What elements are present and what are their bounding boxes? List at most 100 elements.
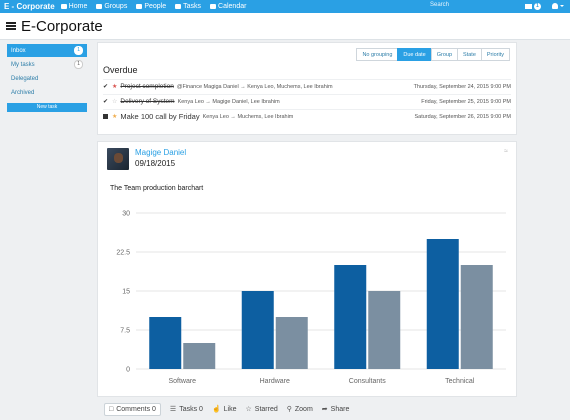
avatar[interactable]: [107, 148, 129, 170]
thumbs-up-icon: ☝: [211, 406, 221, 413]
nav-home-label: Home: [68, 3, 88, 10]
sidebar-item-inbox[interactable]: Inbox 1: [7, 44, 87, 57]
like-button[interactable]: ☝ Like: [211, 405, 237, 414]
envelope-icon: [525, 4, 532, 9]
share-icon: ➦: [321, 406, 328, 413]
task-people: @Finance Magiga Daniel → Kenya Leo, Much…: [176, 83, 333, 90]
page-header: E-Corporate: [0, 13, 570, 40]
sidebar-item-label: Inbox: [11, 47, 26, 54]
share-label: Share: [330, 405, 350, 413]
stop-square-icon[interactable]: [103, 114, 108, 119]
task-people: Kenya Leo → Muchems, Lee Ibrahim: [202, 113, 294, 120]
nav-home[interactable]: Home: [60, 3, 88, 10]
tab-group[interactable]: Group: [430, 48, 459, 61]
task-people: Kenya Leo → Magige Daniel, Lee Ibrahim: [177, 98, 280, 105]
bar-chart: 0 7.5 15 22.5 30 Software Hardware Consultants T…: [116, 211, 506, 385]
nav-people-label: People: [144, 3, 167, 10]
zoom-label: Zoom: [294, 405, 313, 413]
y-tick-label: 15: [122, 289, 130, 296]
my-tasks-count-badge: 1: [74, 60, 83, 69]
x-tick-label: Technical: [445, 378, 475, 385]
tasks-label: Tasks 0: [179, 405, 203, 413]
overdue-title: Overdue: [103, 65, 138, 75]
new-task-button[interactable]: New task: [7, 103, 87, 112]
sidebar-item-label: Delegated: [11, 75, 39, 82]
x-tick-label: Software: [168, 378, 196, 385]
post-actions: □ Comments 0 ☰ Tasks 0 ☝ Like ☆ Starred ⚲ Zoo…: [104, 400, 358, 418]
starred-button[interactable]: ☆ Starred: [245, 405, 278, 414]
post-date: 09/18/2015: [135, 159, 176, 168]
check-icon[interactable]: ✔: [103, 98, 109, 105]
comment-icon: □: [109, 405, 114, 413]
y-tick-label: 0: [126, 367, 130, 374]
menu-icon[interactable]: [6, 22, 16, 30]
tab-due-date[interactable]: Due date: [397, 48, 432, 61]
bar: [460, 265, 493, 369]
task-name[interactable]: Delivery of System: [120, 98, 174, 105]
user-menu[interactable]: [552, 3, 564, 9]
bar: [426, 239, 459, 369]
groups-icon: [96, 4, 103, 9]
people-icon: [136, 4, 143, 9]
sidebar-item-delegated[interactable]: Delegated: [7, 72, 87, 85]
task-due-date: Friday, September 25, 2015 9:00 PM: [421, 99, 511, 105]
sidebar-item-archived[interactable]: Archived: [7, 86, 87, 99]
task-due-date: Thursday, September 24, 2015 9:00 PM: [413, 84, 511, 90]
tasks-icon: [175, 4, 182, 9]
tab-state[interactable]: State: [457, 48, 482, 61]
search-icon: ⚲: [286, 406, 292, 413]
x-tick-label: Consultants: [349, 378, 386, 385]
bar: [368, 291, 401, 369]
sidebar-item-label: Archived: [11, 89, 35, 96]
check-icon[interactable]: ✔: [103, 83, 109, 90]
home-icon: [60, 4, 67, 9]
nav-tasks[interactable]: Tasks: [175, 3, 201, 10]
zoom-button[interactable]: ⚲ Zoom: [286, 405, 313, 414]
caret-down-icon: [560, 5, 564, 7]
y-tick-label: 22.5: [116, 250, 130, 257]
post-panel: Magige Daniel 09/18/2015 ≈ The Team prod…: [97, 141, 517, 397]
y-tick-label: 30: [122, 211, 130, 218]
bar: [241, 291, 274, 369]
comments-button[interactable]: □ Comments 0: [104, 402, 161, 416]
share-button[interactable]: ➦ Share: [321, 405, 350, 414]
search-input[interactable]: Search: [430, 2, 449, 8]
task-row[interactable]: ★ Make 100 call by Friday Kenya Leo → Mu…: [103, 109, 511, 123]
like-label: Like: [223, 405, 237, 413]
nav-people[interactable]: People: [136, 3, 166, 10]
mail-button[interactable]: 1: [525, 3, 541, 10]
task-row[interactable]: ✔ ★ Project completion @Finance Magiga D…: [103, 79, 511, 93]
post-author[interactable]: Magige Daniel: [135, 148, 186, 157]
star-icon[interactable]: ★: [112, 83, 117, 90]
star-icon: ☆: [245, 406, 252, 413]
task-row[interactable]: ✔ ☆ Delivery of System Kenya Leo → Magig…: [103, 94, 511, 108]
sidebar-item-label: My tasks: [11, 61, 35, 68]
tasks-button[interactable]: ☰ Tasks 0: [169, 405, 203, 414]
tab-priority[interactable]: Priority: [480, 48, 510, 61]
x-tick-label: Hardware: [260, 378, 290, 385]
brand-logo[interactable]: E - Corporate: [4, 2, 55, 11]
task-name[interactable]: Project completion: [120, 83, 173, 90]
user-icon: [552, 3, 558, 9]
calendar-icon: [210, 4, 217, 9]
sidebar-item-my-tasks[interactable]: My tasks 1: [7, 58, 87, 71]
sidebar: Inbox 1 My tasks 1 Delegated Archived New …: [7, 44, 87, 112]
bar: [149, 317, 182, 369]
bar: [334, 265, 367, 369]
mail-count-badge: 1: [534, 3, 541, 10]
tasks-icon: ☰: [169, 406, 177, 413]
nav-groups[interactable]: Groups: [96, 3, 127, 10]
task-due-date: Saturday, September 26, 2015 9:00 PM: [414, 114, 511, 120]
bar: [183, 343, 216, 369]
nav-calendar-label: Calendar: [218, 3, 247, 10]
starred-label: Starred: [254, 405, 278, 413]
star-icon[interactable]: ★: [112, 113, 117, 120]
page-title: E-Corporate: [21, 17, 103, 35]
task-name[interactable]: Make 100 call by Friday: [120, 112, 199, 121]
post-options-icon[interactable]: ≈: [504, 148, 508, 155]
nav-calendar[interactable]: Calendar: [210, 3, 246, 10]
comments-label: Comments 0: [116, 405, 156, 413]
star-icon[interactable]: ☆: [112, 98, 117, 105]
tab-no-grouping[interactable]: No grouping: [356, 48, 399, 61]
inbox-count-badge: 1: [74, 46, 83, 55]
